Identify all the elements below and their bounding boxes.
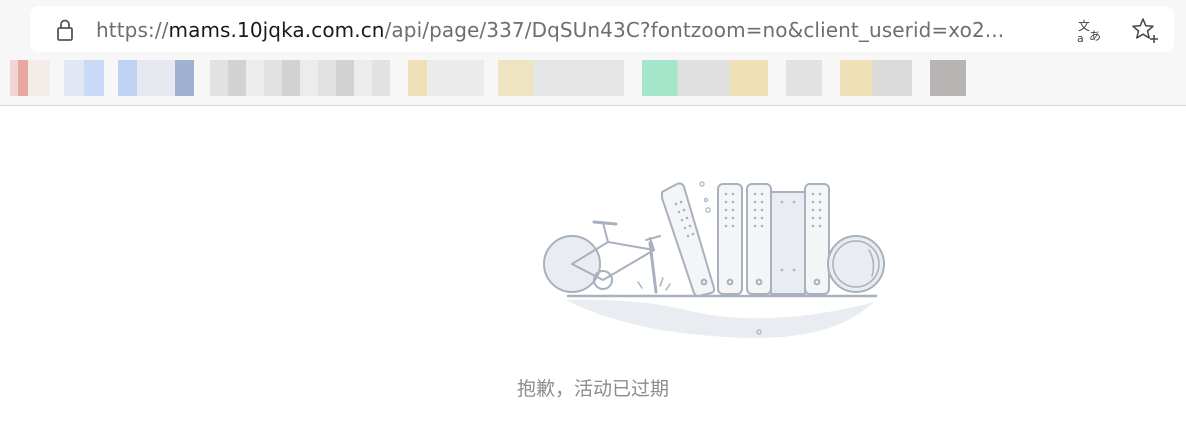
expired-activity-illustration [543,181,885,338]
lock-icon[interactable] [52,17,78,43]
bookmark-item[interactable] [498,60,624,96]
star-icon[interactable] [1130,15,1160,45]
bookmark-item[interactable] [930,60,966,96]
address-bar[interactable]: https://mams.10jqka.com.cn/api/page/337/… [30,6,1174,52]
url-host: mams.10jqka.com.cn [168,18,385,42]
bookmark-item[interactable] [64,60,104,96]
bookmark-item[interactable] [786,60,822,96]
svg-text:a: a [1077,32,1084,44]
svg-text:あ: あ [1089,29,1101,43]
bookmark-item[interactable] [642,60,768,96]
url-path: /api/page/337/DqSUn43C?fontzoom=no&clien… [384,18,1005,42]
bookmark-item[interactable] [408,60,484,96]
url-scheme: https:// [96,18,169,42]
url-text[interactable]: https://mams.10jqka.com.cn/api/page/337/… [96,16,1004,44]
bookmarks-bar [0,58,1186,98]
bookmark-item[interactable] [10,60,50,96]
page-content: 抱歉，活动已过期 [0,106,1186,427]
expired-message: 抱歉，活动已过期 [516,378,669,400]
bookmark-item[interactable] [118,60,194,96]
translate-icon[interactable]: 文 あ a [1076,16,1104,44]
browser-toolbar: https://mams.10jqka.com.cn/api/page/337/… [0,0,1186,106]
bookmark-item[interactable] [840,60,912,96]
bookmark-item[interactable] [210,60,390,96]
